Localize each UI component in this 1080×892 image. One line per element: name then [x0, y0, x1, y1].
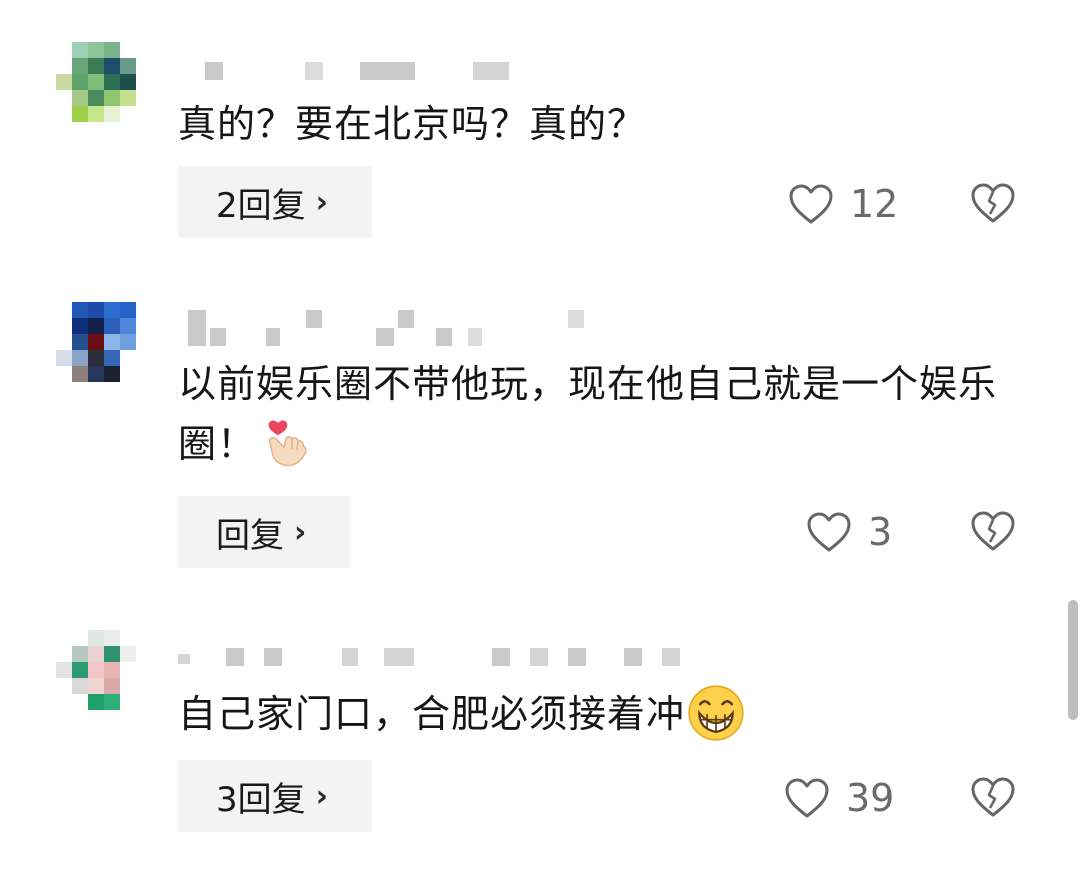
broken-heart-icon[interactable]	[970, 182, 1016, 224]
like-button[interactable]: 3	[806, 510, 892, 554]
avatar[interactable]	[56, 630, 152, 726]
username-blurred[interactable]	[178, 648, 688, 666]
view-replies-button[interactable]: 2回复 ›	[178, 166, 373, 238]
heart-outline-icon	[789, 184, 833, 224]
comment-text: 自己家门口，合肥必须接着冲	[178, 684, 1038, 746]
comment-text: 真的？要在北京吗？真的？	[178, 102, 647, 146]
username-blurred[interactable]	[205, 62, 525, 80]
reply-label: 2回复	[216, 185, 306, 226]
reply-label: 3回复	[216, 779, 306, 820]
username-blurred[interactable]	[188, 310, 588, 346]
like-count: 39	[846, 776, 895, 820]
heart-outline-icon	[807, 512, 851, 552]
reply-label: 回复	[216, 515, 284, 556]
heart-outline-icon	[785, 778, 829, 818]
avatar[interactable]	[56, 302, 152, 398]
scrollbar[interactable]	[1068, 600, 1078, 720]
finger-heart-emoji	[268, 419, 307, 466]
like-count: 12	[850, 182, 899, 226]
comment-text: 以前娱乐圈不带他玩，现在他自己就是一个娱乐圈！	[178, 354, 1038, 474]
avatar[interactable]	[56, 42, 152, 138]
like-count: 3	[868, 510, 893, 554]
chevron-right-icon: ›	[315, 184, 329, 220]
chevron-right-icon: ›	[294, 514, 307, 550]
broken-heart-icon[interactable]	[970, 510, 1016, 552]
reply-button[interactable]: 回复 ›	[178, 496, 351, 568]
chevron-right-icon: ›	[315, 778, 329, 814]
view-replies-button[interactable]: 3回复 ›	[178, 760, 373, 832]
grinning-emoji	[688, 684, 744, 741]
broken-heart-icon[interactable]	[970, 776, 1016, 818]
like-button[interactable]: 39	[784, 776, 894, 820]
like-button[interactable]: 12	[788, 182, 898, 226]
